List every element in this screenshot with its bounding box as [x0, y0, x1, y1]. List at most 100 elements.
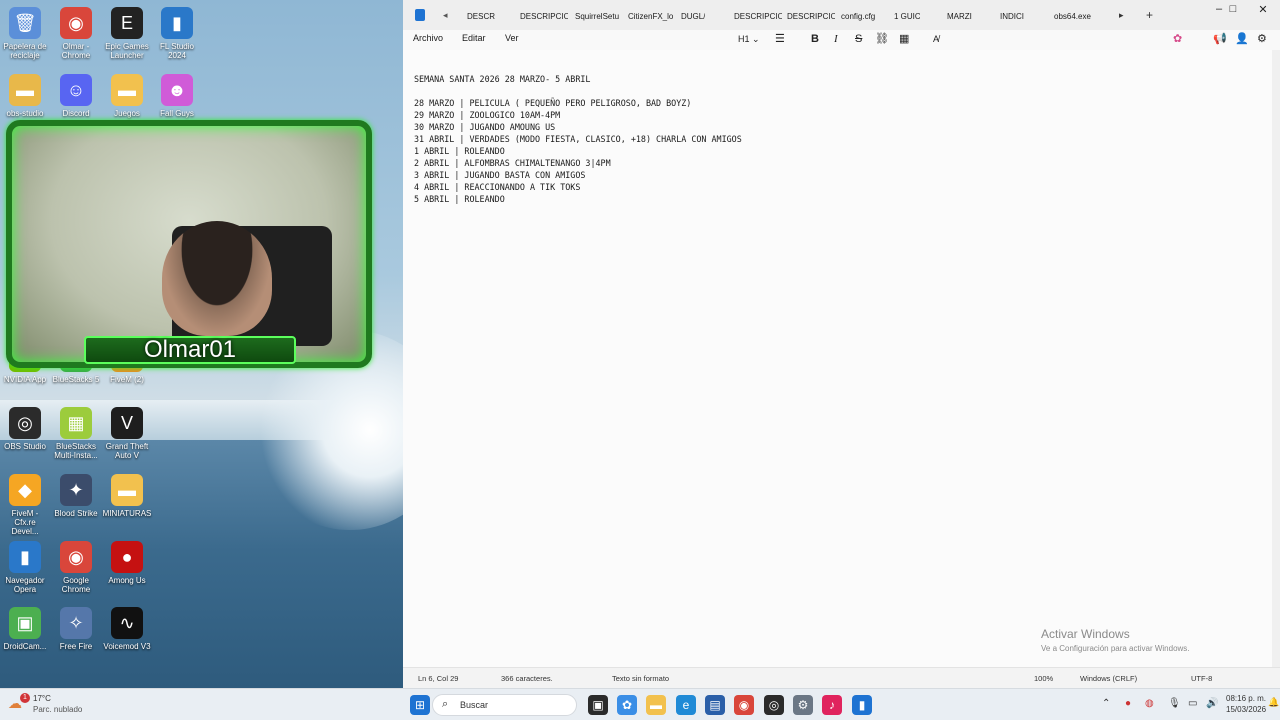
menu-ver[interactable]: Ver	[505, 33, 519, 43]
network-icon[interactable]: ▭	[1188, 698, 1197, 709]
tray-app-icon[interactable]: ●	[1125, 698, 1131, 709]
line-ending[interactable]: Windows (CRLF)	[1080, 674, 1137, 683]
obs-taskbar-icon[interactable]: ◎	[764, 695, 784, 715]
start-icon[interactable]: ⊞	[410, 695, 430, 715]
desktop-icon-label: Grand Theft Auto V	[105, 442, 149, 460]
microphone-icon[interactable]: 🎙	[1168, 698, 1181, 709]
epic-games-icon: E	[111, 7, 143, 39]
desktop-icon[interactable]: ✦ Blood Strike	[51, 474, 101, 518]
bold-icon[interactable]: B	[811, 31, 819, 47]
desktop-icon-label: Voicemod V3	[103, 642, 151, 651]
notepad-taskbar-icon[interactable]: ▮	[852, 695, 872, 715]
list-icon[interactable]: ☰	[775, 31, 785, 47]
weather-temp[interactable]: 17°C	[33, 694, 51, 703]
file-tab[interactable]: obs64.exe	[1054, 10, 1094, 24]
activate-windows-title: Activar Windows	[1041, 627, 1130, 641]
file-tab[interactable]: CitizenFX_lo	[628, 10, 674, 24]
file-tab[interactable]: DESCRIPCIO	[734, 10, 782, 24]
recycle-bin-icon: 🗑	[9, 7, 41, 39]
link-icon[interactable]: ⛓	[875, 31, 889, 47]
file-tab[interactable]: 1 GUIC	[894, 10, 920, 24]
file-explorer-icon[interactable]: ▬	[646, 695, 666, 715]
file-tab[interactable]: MARZI	[947, 10, 973, 24]
copilot-taskbar-icon[interactable]: ✿	[617, 695, 637, 715]
file-tab[interactable]: DUGL/	[681, 10, 705, 24]
task-view-icon[interactable]: ▣	[588, 695, 608, 715]
menu-editar[interactable]: Editar	[462, 33, 486, 43]
search-icon: ⌕	[442, 698, 449, 710]
notifications-icon[interactable]: 🔔	[1268, 697, 1279, 708]
edge-icon[interactable]: e	[676, 695, 696, 715]
weather-desc[interactable]: Parc. nublado	[33, 705, 82, 714]
clock-date[interactable]: 15/03/2026	[1226, 705, 1266, 714]
text-line: 3 ABRIL | JUGANDO BASTA CON AMIGOS	[414, 170, 586, 180]
menu-archivo[interactable]: Archivo	[413, 33, 443, 43]
italic-icon[interactable]: I	[834, 31, 838, 47]
clear-format-icon[interactable]: A̸	[933, 31, 939, 47]
desktop-icon[interactable]: E Epic Games Launcher	[102, 7, 152, 60]
copilot-icon[interactable]: ✿	[1173, 31, 1182, 47]
megaphone-icon[interactable]: 📢	[1213, 31, 1227, 47]
strikethrough-icon[interactable]: S	[855, 31, 862, 47]
clock-time[interactable]: 08:16 p. m.	[1226, 694, 1266, 703]
file-tab[interactable]: DESCRIPCIO	[787, 10, 835, 24]
format-indicator[interactable]: Texto sin formato	[612, 674, 669, 683]
volume-icon[interactable]: 🔊	[1206, 698, 1218, 709]
desktop-icon[interactable]: ▮ FL Studio 2024	[152, 7, 202, 60]
scrollbar[interactable]	[1272, 50, 1280, 667]
text-line: 29 MARZO | ZOOLOGICO 10AM-4PM	[414, 110, 561, 120]
webcam-nameplate: Olmar01	[84, 336, 296, 364]
maximize-icon[interactable]: □	[1219, 3, 1247, 17]
activate-windows-watermark: Activar Windows Ve a Configuración para …	[1041, 627, 1190, 653]
search-box[interactable]: ⌕ Buscar	[432, 694, 577, 716]
table-icon[interactable]: ▦	[899, 31, 909, 47]
tray-antivirus-icon[interactable]: ◍	[1145, 698, 1154, 709]
settings-gear-icon[interactable]: ⚙	[1257, 31, 1267, 47]
file-tab[interactable]: DESCRIPCIO	[520, 10, 568, 24]
desktop-icon[interactable]: ◎ OBS Studio	[0, 407, 50, 451]
desktop-icon[interactable]: ▦ BlueStacks Multi-Insta...	[51, 407, 101, 460]
file-tab[interactable]: DESCR	[467, 10, 507, 24]
desktop-icon-label: Epic Games Launcher	[105, 42, 149, 60]
heading-dropdown[interactable]: H1 ⌄	[738, 31, 760, 47]
chrome-taskbar-icon[interactable]: ◉	[734, 695, 754, 715]
settings-taskbar-icon[interactable]: ⚙	[793, 695, 813, 715]
desktop-icon-label: Blood Strike	[54, 509, 98, 518]
bluestacks-multi-icon: ▦	[60, 407, 92, 439]
tiktok-icon[interactable]: ♪	[822, 695, 842, 715]
desktop-icon[interactable]: ☺ Discord	[51, 74, 101, 118]
desktop-icon[interactable]: ▮ Navegador Opera	[0, 541, 50, 594]
file-tab[interactable]: config.cfg	[841, 10, 881, 24]
fl-studio-icon: ▮	[161, 7, 193, 39]
desktop-icon[interactable]: ▣ DroidCam...	[0, 607, 50, 651]
desktop-icon[interactable]: ▬ Juegos	[102, 74, 152, 118]
desktop-icon[interactable]: ● Among Us	[102, 541, 152, 585]
desktop-icon[interactable]: ▬ MINIATURAS	[102, 474, 152, 518]
tab-scroll-right-icon[interactable]: ▸	[1119, 10, 1124, 21]
desktop-icon-label: Free Fire	[59, 642, 93, 651]
file-tab[interactable]: SquirrelSetu	[575, 10, 623, 24]
desktop-icon-label: Papelera de reciclaje	[3, 42, 47, 60]
webcam-overlay: Olmar01	[6, 120, 372, 368]
close-icon[interactable]: ✕	[1249, 3, 1277, 17]
desktop-icon[interactable]: ◉ Google Chrome	[51, 541, 101, 594]
text-line: 28 MARZO | PELICULA ( PEQUEÑO PERO PELIG…	[414, 98, 692, 108]
desktop-icon-label: Olmar - Chrome	[61, 42, 91, 60]
desktop-icon[interactable]: ☻ Fall Guys	[152, 74, 202, 118]
file-tab[interactable]: INDICI	[1000, 10, 1026, 24]
store-icon[interactable]: ▤	[705, 695, 725, 715]
desktop-icon[interactable]: ◆ FiveM - Cfx.re Devel...	[0, 474, 50, 536]
encoding[interactable]: UTF-8	[1191, 674, 1212, 683]
desktop-icon[interactable]: 🗑 Papelera de reciclaje	[0, 7, 50, 60]
tray-overflow-icon[interactable]: ⌃	[1102, 698, 1110, 709]
new-tab-icon[interactable]: +	[1146, 8, 1153, 22]
desktop-icon[interactable]: ∿ Voicemod V3	[102, 607, 152, 651]
tab-scroll-left-icon[interactable]: ◂	[443, 10, 448, 21]
desktop-icon[interactable]: ✧ Free Fire	[51, 607, 101, 651]
desktop-icon[interactable]: ▬ obs-studio	[0, 74, 50, 118]
account-icon[interactable]: 👤	[1235, 31, 1249, 47]
desktop-icon[interactable]: ◉ Olmar - Chrome	[51, 7, 101, 60]
text-editor[interactable]: SEMANA SANTA 2026 28 MARZO- 5 ABRIL 28 MA…	[403, 50, 1272, 667]
desktop-icon[interactable]: V Grand Theft Auto V	[102, 407, 152, 460]
zoom-level[interactable]: 100%	[1034, 674, 1053, 683]
